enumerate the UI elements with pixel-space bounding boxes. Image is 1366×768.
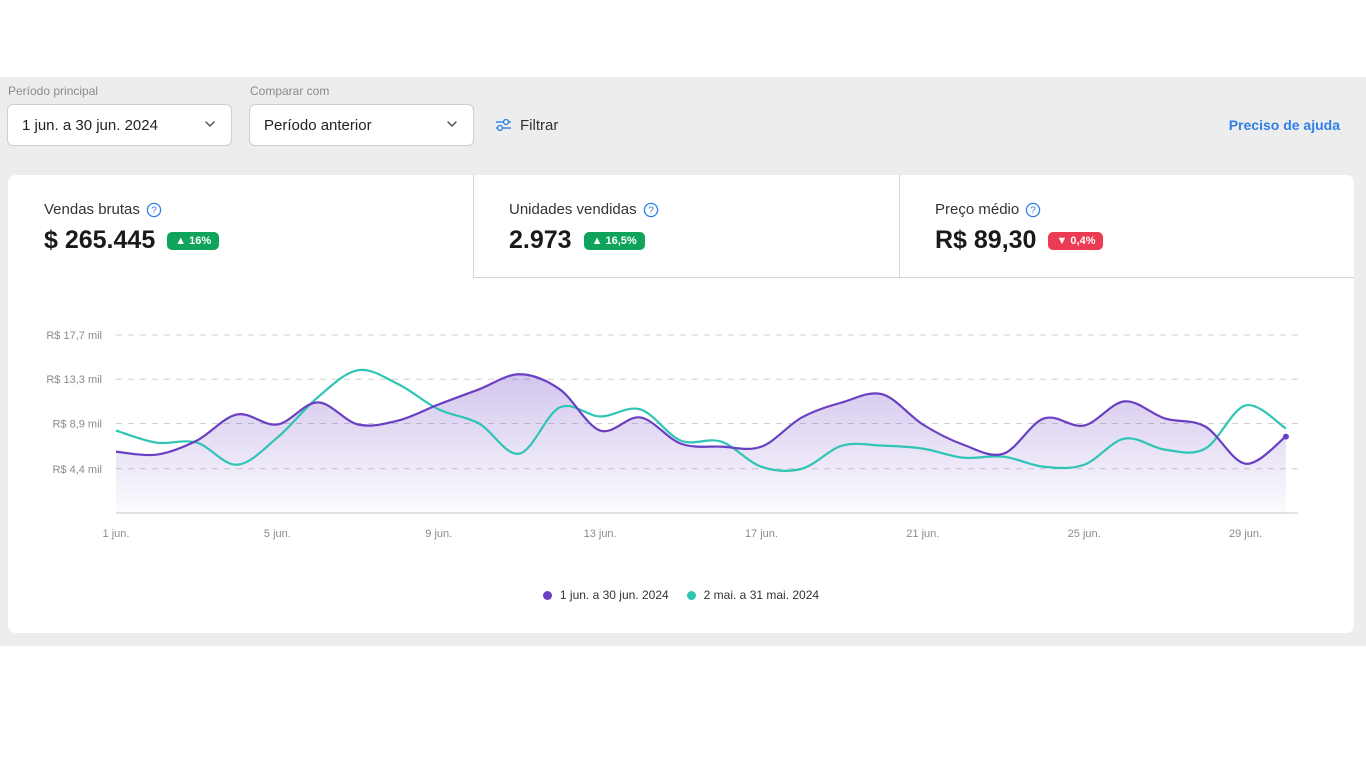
y-tick-label: R$ 17,7 mil xyxy=(46,330,102,342)
metrics-card: Vendas brutas ? $ 265.445 ▲ 16% Unidades… xyxy=(8,175,1354,633)
filter-sliders-icon xyxy=(496,118,511,132)
sales-line-chart: R$ 4,4 mil R$ 8,9 mil R$ 13,3 mil R$ 17,7 m… xyxy=(46,330,1298,540)
legend-item-previous[interactable]: 2 mai. a 31 mai. 2024 xyxy=(686,588,820,602)
chevron-down-icon xyxy=(205,121,215,127)
compare-label: Comparar com xyxy=(250,84,330,98)
x-tick-label: 1 jun. xyxy=(103,528,130,540)
compare-select[interactable]: Período anterior xyxy=(249,104,474,146)
x-tick-label: 29 jun. xyxy=(1229,528,1262,540)
y-tick-label: R$ 13,3 mil xyxy=(46,374,102,386)
legend-label: 1 jun. a 30 jun. 2024 xyxy=(559,588,669,602)
main-period-label: Período principal xyxy=(8,84,99,98)
y-tick-label: R$ 8,9 mil xyxy=(52,418,102,430)
x-tick-label: 25 jun. xyxy=(1068,528,1101,540)
main-period-select[interactable]: 1 jun. a 30 jun. 2024 xyxy=(7,104,232,146)
x-tick-label: 9 jun. xyxy=(425,528,452,540)
chevron-down-icon xyxy=(447,121,457,127)
main-period-value: 1 jun. a 30 jun. 2024 xyxy=(22,116,158,134)
x-tick-label: 13 jun. xyxy=(584,528,617,540)
legend-dot xyxy=(542,590,552,600)
series-end-point xyxy=(1282,433,1289,440)
filter-button[interactable]: Filtrar xyxy=(495,115,558,135)
sales-dashboard-panel: Período principal 1 jun. a 30 jun. 2024 … xyxy=(0,77,1366,646)
help-link[interactable]: Preciso de ajuda xyxy=(1229,117,1340,133)
filter-label: Filtrar xyxy=(520,116,559,134)
x-tick-label: 21 jun. xyxy=(906,528,939,540)
x-tick-label: 17 jun. xyxy=(745,528,778,540)
series-area-fill xyxy=(116,374,1286,513)
x-tick-label: 5 jun. xyxy=(264,528,291,540)
y-tick-label: R$ 4,4 mil xyxy=(52,464,102,476)
legend-dot xyxy=(686,590,696,600)
legend-label: 2 mai. a 31 mai. 2024 xyxy=(703,588,820,602)
chart-legend: 1 jun. a 30 jun. 2024 2 mai. a 31 mai. 2… xyxy=(8,588,1354,602)
compare-value: Período anterior xyxy=(264,116,372,134)
legend-item-current[interactable]: 1 jun. a 30 jun. 2024 xyxy=(542,588,669,602)
